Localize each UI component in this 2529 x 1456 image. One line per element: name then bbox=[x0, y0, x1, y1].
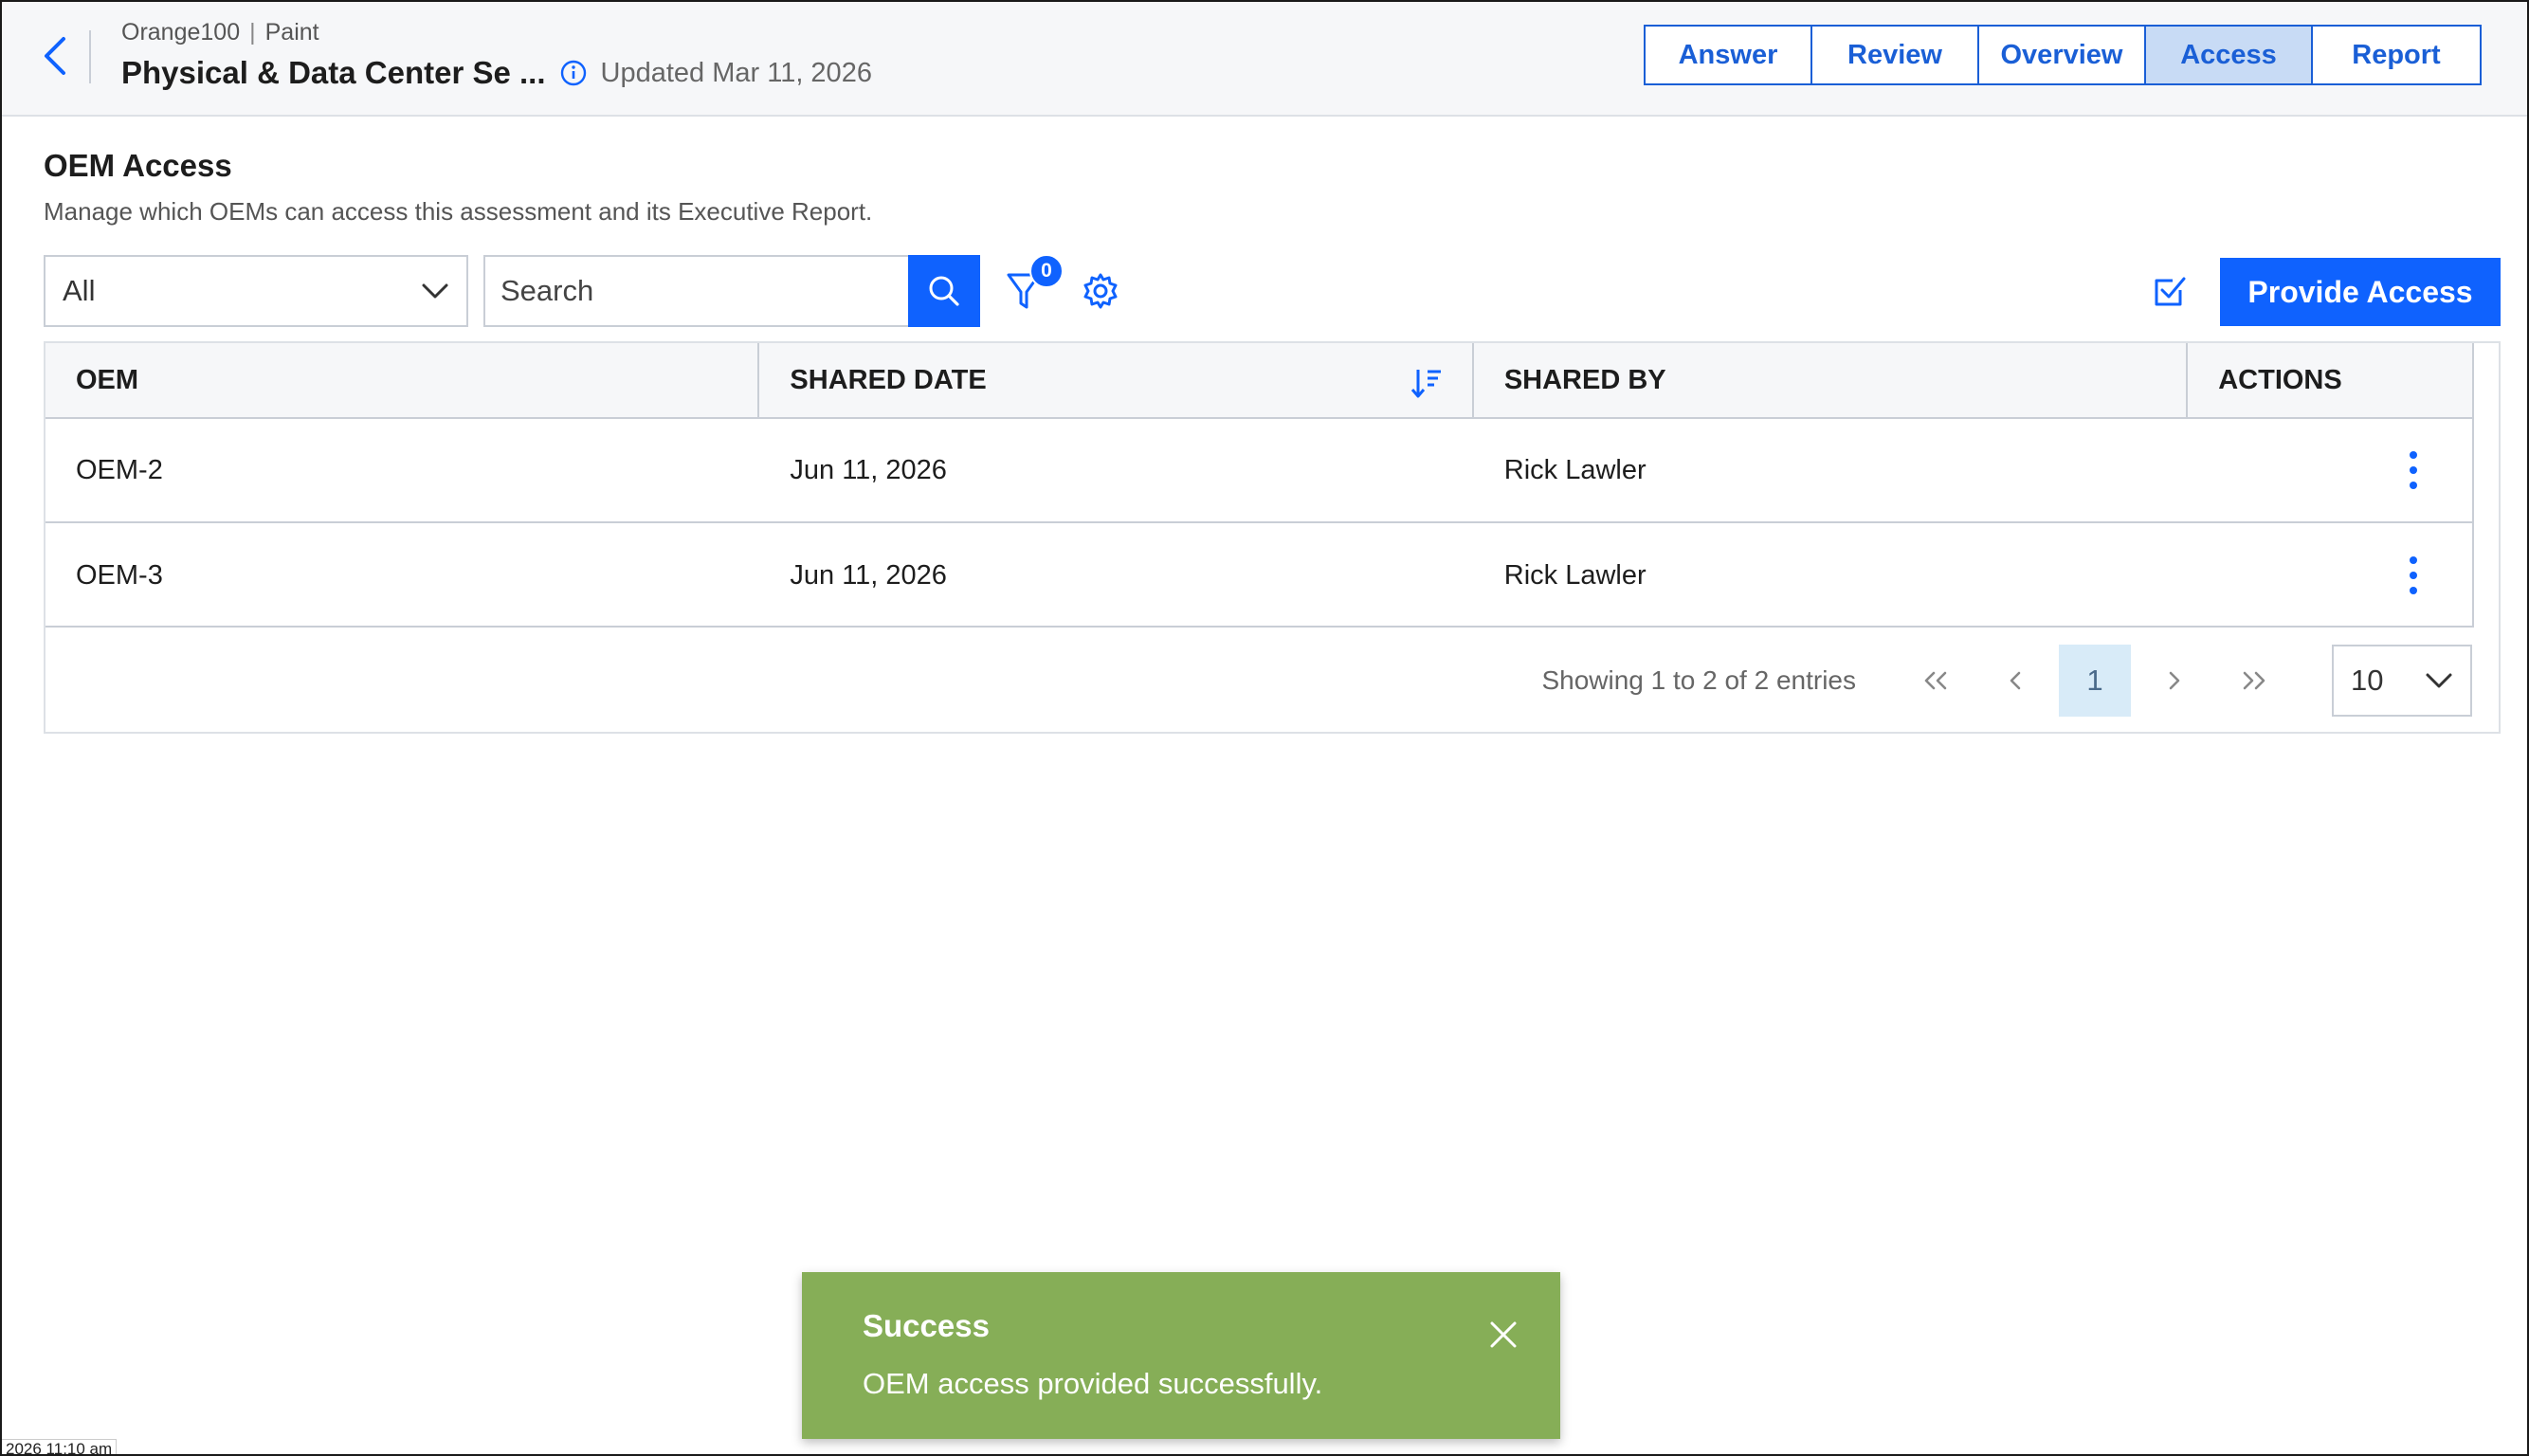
next-page-button[interactable] bbox=[2138, 645, 2211, 717]
pagination-info: Showing 1 to 2 of 2 entries bbox=[1541, 665, 1856, 695]
page-size-value: 10 bbox=[2351, 664, 2384, 697]
chevron-down-icon bbox=[2426, 673, 2452, 688]
column-header-actions: ACTIONS bbox=[2188, 343, 2472, 417]
toast-title: Success bbox=[863, 1308, 990, 1343]
table-row: OEM-2 Jun 11, 2026 Rick Lawler bbox=[45, 419, 2472, 523]
column-header-label: SHARED DATE bbox=[790, 364, 987, 395]
previous-page-button[interactable] bbox=[1979, 645, 2051, 717]
checkbox-checked-icon bbox=[2155, 277, 2186, 306]
timestamp-label: 2026 11:10 am bbox=[2, 1439, 118, 1454]
gear-icon bbox=[1083, 273, 1118, 309]
breadcrumb-item-group: Paint bbox=[264, 19, 319, 46]
tab-report[interactable]: Report bbox=[2313, 27, 2480, 83]
updated-date: Updated Mar 11, 2026 bbox=[600, 57, 872, 88]
table-row: OEM-3 Jun 11, 2026 Rick Lawler bbox=[45, 523, 2472, 628]
page-title: Physical & Data Center Se ... bbox=[121, 55, 546, 90]
current-page-button[interactable]: 1 bbox=[2059, 645, 2131, 717]
cell-shared-by: Rick Lawler bbox=[1503, 454, 1647, 485]
settings-button[interactable] bbox=[1081, 271, 1120, 311]
search-input[interactable] bbox=[483, 255, 910, 327]
page-header: Orange100 | Paint Physical & Data Center… bbox=[2, 2, 2527, 117]
table-header: OEM SHARED DATE SHARED BY ACTIONS bbox=[45, 343, 2472, 419]
column-header-label: OEM bbox=[76, 364, 139, 395]
search-icon bbox=[929, 276, 959, 306]
first-page-button[interactable] bbox=[1900, 645, 1972, 717]
column-header-oem[interactable]: OEM bbox=[45, 343, 760, 417]
pagination: Showing 1 to 2 of 2 entries 1 10 bbox=[1541, 645, 2472, 717]
kebab-menu-icon[interactable] bbox=[2404, 449, 2423, 491]
breadcrumb-item-org: Orange100 bbox=[121, 19, 241, 46]
header-divider bbox=[89, 30, 91, 83]
tab-overview[interactable]: Overview bbox=[1979, 27, 2146, 83]
kebab-menu-icon[interactable] bbox=[2404, 555, 2423, 596]
chevron-left-icon bbox=[2010, 671, 2021, 690]
filter-count-badge: 0 bbox=[1029, 254, 1064, 288]
cell-oem: OEM-3 bbox=[76, 559, 163, 591]
title-row: Physical & Data Center Se ... Updated Ma… bbox=[121, 55, 872, 91]
breadcrumb-separator: | bbox=[249, 19, 256, 46]
select-value: All bbox=[63, 274, 96, 307]
success-toast: Success OEM access provided successfully… bbox=[802, 1272, 1560, 1439]
cell-actions bbox=[2188, 419, 2472, 521]
search-button[interactable] bbox=[908, 255, 980, 327]
tab-review[interactable]: Review bbox=[1812, 27, 1979, 83]
tab-bar: Answer Review Overview Access Report bbox=[1644, 25, 2482, 85]
double-chevron-right-icon bbox=[2243, 671, 2265, 690]
cell-shared-by: Rick Lawler bbox=[1503, 559, 1647, 591]
toast-message: OEM access provided successfully. bbox=[863, 1367, 1323, 1400]
chevron-left-icon bbox=[45, 37, 65, 75]
oem-filter-select[interactable]: All bbox=[44, 255, 468, 327]
section-title: OEM Access bbox=[44, 148, 232, 183]
column-header-label: SHARED BY bbox=[1503, 364, 1666, 395]
last-page-button[interactable] bbox=[2218, 645, 2290, 717]
close-icon[interactable] bbox=[1488, 1320, 1519, 1350]
table-body-frame: OEM SHARED DATE SHARED BY ACTIONS OEM-2 … bbox=[45, 343, 2474, 628]
page-size-select[interactable]: 10 bbox=[2332, 645, 2472, 717]
cell-actions bbox=[2188, 523, 2472, 628]
tab-access[interactable]: Access bbox=[2146, 27, 2313, 83]
cell-shared-date: Jun 11, 2026 bbox=[790, 454, 947, 485]
column-header-shared-date[interactable]: SHARED DATE bbox=[759, 343, 1474, 417]
cell-shared-date: Jun 11, 2026 bbox=[790, 559, 947, 591]
column-header-label: ACTIONS bbox=[2218, 364, 2342, 395]
bulk-select-button[interactable] bbox=[2152, 273, 2188, 309]
sort-descending-icon[interactable] bbox=[1410, 366, 1444, 400]
chevron-down-icon bbox=[422, 283, 448, 299]
oem-access-table: OEM SHARED DATE SHARED BY ACTIONS OEM-2 … bbox=[44, 341, 2501, 734]
chevron-right-icon bbox=[2169, 671, 2180, 690]
section-description: Manage which OEMs can access this assess… bbox=[44, 197, 873, 226]
tab-answer[interactable]: Answer bbox=[1646, 27, 1812, 83]
provide-access-button[interactable]: Provide Access bbox=[2220, 258, 2501, 326]
column-header-shared-by[interactable]: SHARED BY bbox=[1474, 343, 2189, 417]
info-icon[interactable] bbox=[559, 59, 588, 87]
back-button[interactable] bbox=[36, 32, 74, 80]
app-window: Orange100 | Paint Physical & Data Center… bbox=[0, 0, 2529, 1456]
breadcrumb: Orange100 | Paint bbox=[121, 19, 319, 46]
cell-oem: OEM-2 bbox=[76, 454, 163, 485]
double-chevron-left-icon bbox=[1924, 671, 1947, 690]
